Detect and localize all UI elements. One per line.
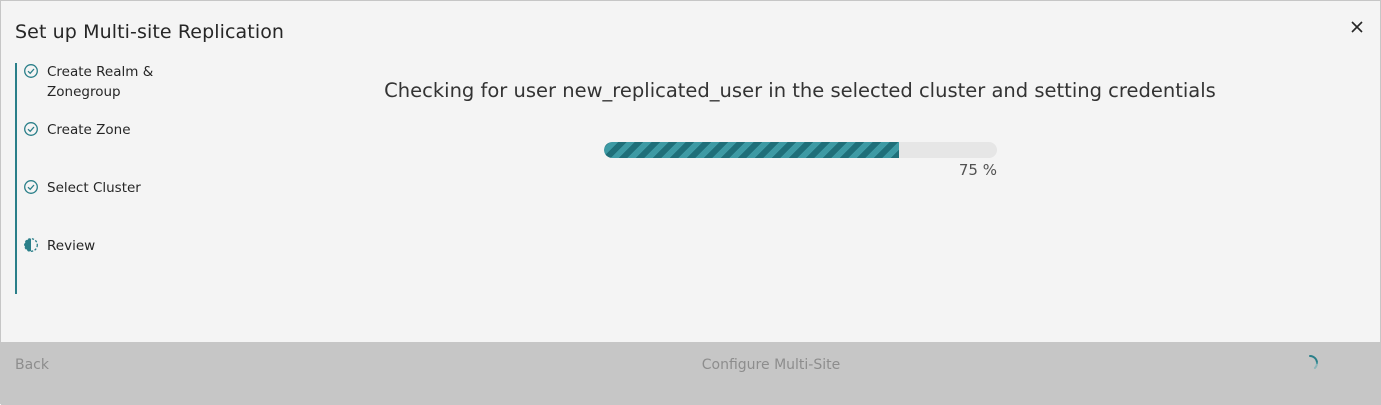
step-create-zone[interactable]: Create Zone — [23, 120, 157, 140]
dialog-title: Set up Multi-site Replication — [15, 21, 285, 43]
progress-bar-fill — [604, 142, 899, 158]
close-button[interactable] — [1346, 16, 1368, 38]
step-label: Select Cluster — [47, 180, 141, 196]
incomplete-icon — [24, 238, 38, 252]
step-select-cluster[interactable]: Select Cluster — [23, 178, 157, 198]
close-icon — [1351, 21, 1363, 33]
multisite-wizard-dialog: Set up Multi-site Replication Create Rea… — [0, 0, 1381, 405]
configure-multisite-button[interactable]: Configure Multi-Site — [641, 357, 901, 373]
status-headline: Checking for user new_replicated_user in… — [384, 79, 1216, 102]
wizard-footer: Back Configure Multi-Site — [1, 342, 1381, 405]
step-label: Review — [47, 238, 96, 254]
back-button[interactable]: Back — [15, 357, 49, 373]
progress-percentage: 75 % — [958, 161, 997, 179]
checkmark-outline-icon — [24, 64, 38, 78]
step-review[interactable]: Review — [23, 236, 157, 256]
checkmark-outline-icon — [24, 180, 38, 194]
step-label: Create Zone — [47, 122, 131, 138]
checkmark-outline-icon — [24, 122, 38, 136]
loading-spinner-icon — [1309, 355, 1318, 369]
progress-bar — [604, 142, 997, 158]
